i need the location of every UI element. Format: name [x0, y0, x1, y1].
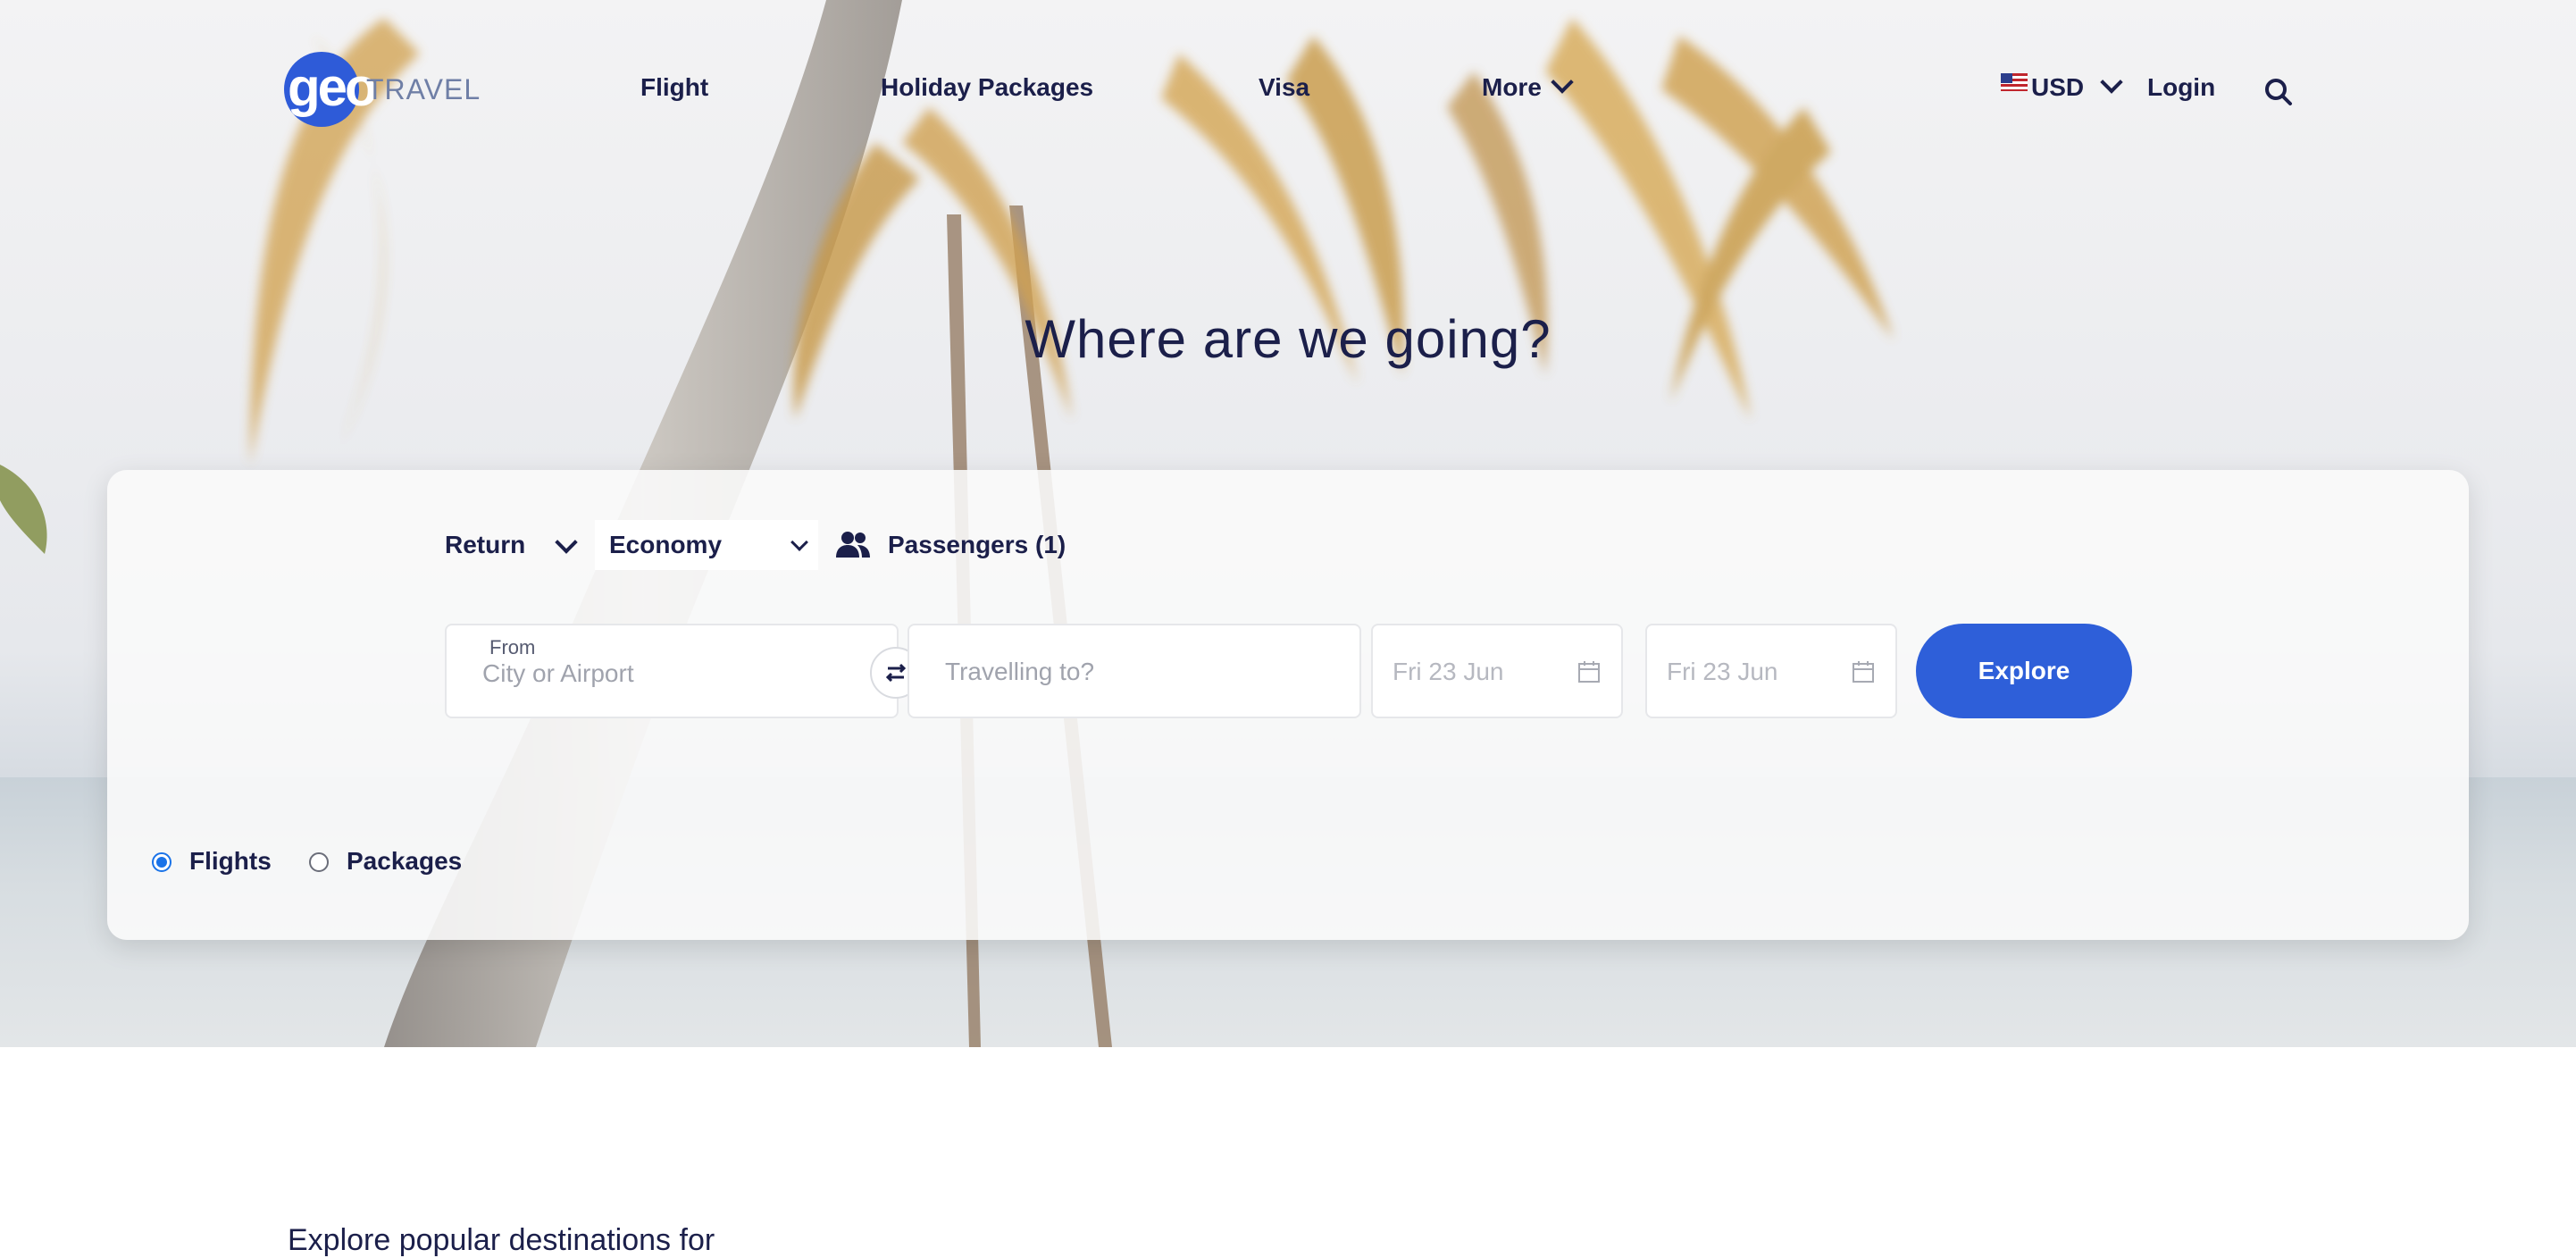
chevron-down-icon [1551, 71, 1574, 94]
radio-packages[interactable] [309, 852, 329, 872]
logo-geo-text: geo [288, 57, 378, 117]
passengers-selector[interactable]: Passengers (1) [888, 529, 1066, 561]
currency-selector[interactable]: USD [2031, 71, 2123, 104]
search-icon[interactable] [2263, 77, 2294, 107]
cabin-class-value: Economy [609, 531, 723, 558]
to-input[interactable]: Travelling to? [945, 656, 1094, 688]
nav-visa[interactable]: Visa [1259, 71, 1309, 104]
nav-holiday-packages[interactable]: Holiday Packages [881, 71, 1093, 104]
radio-flights[interactable] [152, 852, 171, 872]
calendar-icon [1578, 661, 1600, 683]
from-label: From [489, 636, 536, 658]
login-link[interactable]: Login [2147, 71, 2215, 104]
trip-type-label: Return [445, 531, 526, 558]
chevron-down-icon[interactable] [555, 531, 578, 554]
search-card: Return Economy Passengers (1) From City … [107, 470, 2469, 940]
hero-headline: Where are we going? [1025, 309, 1551, 369]
nav-more[interactable]: More [1482, 71, 1574, 104]
radio-packages-label[interactable]: Packages [347, 845, 462, 877]
popular-destinations-heading: Explore popular destinations for [288, 1223, 715, 1257]
from-input[interactable]: City or Airport [482, 658, 634, 690]
calendar-icon [1853, 661, 1874, 683]
nav-more-label: More [1482, 73, 1542, 101]
explore-button[interactable]: Explore [1916, 624, 2132, 718]
radio-flights-label[interactable]: Flights [189, 845, 272, 877]
depart-date-value: Fri 23 Jun [1393, 658, 1504, 685]
return-date-value: Fri 23 Jun [1667, 658, 1778, 685]
passengers-icon[interactable] [836, 531, 870, 558]
top-navigation: geo TRAVEL Flight Holiday Packages Visa … [0, 0, 2576, 179]
chevron-down-icon [790, 533, 808, 551]
to-field[interactable]: Travelling to? [907, 624, 1361, 718]
chevron-down-icon [2100, 71, 2123, 94]
logo-travel-text: TRAVEL [366, 73, 481, 105]
geotravel-logo[interactable]: geo TRAVEL [284, 50, 481, 130]
currency-label: USD [2031, 73, 2085, 101]
trip-type-selector[interactable]: Return [445, 529, 525, 561]
us-flag-icon [2001, 73, 2028, 91]
nav-flight[interactable]: Flight [640, 71, 708, 104]
from-field[interactable]: From City or Airport [445, 624, 899, 718]
depart-date-field[interactable]: Fri 23 Jun [1371, 624, 1623, 718]
cabin-class-select[interactable]: Economy [595, 520, 818, 570]
return-date-field[interactable]: Fri 23 Jun [1645, 624, 1897, 718]
